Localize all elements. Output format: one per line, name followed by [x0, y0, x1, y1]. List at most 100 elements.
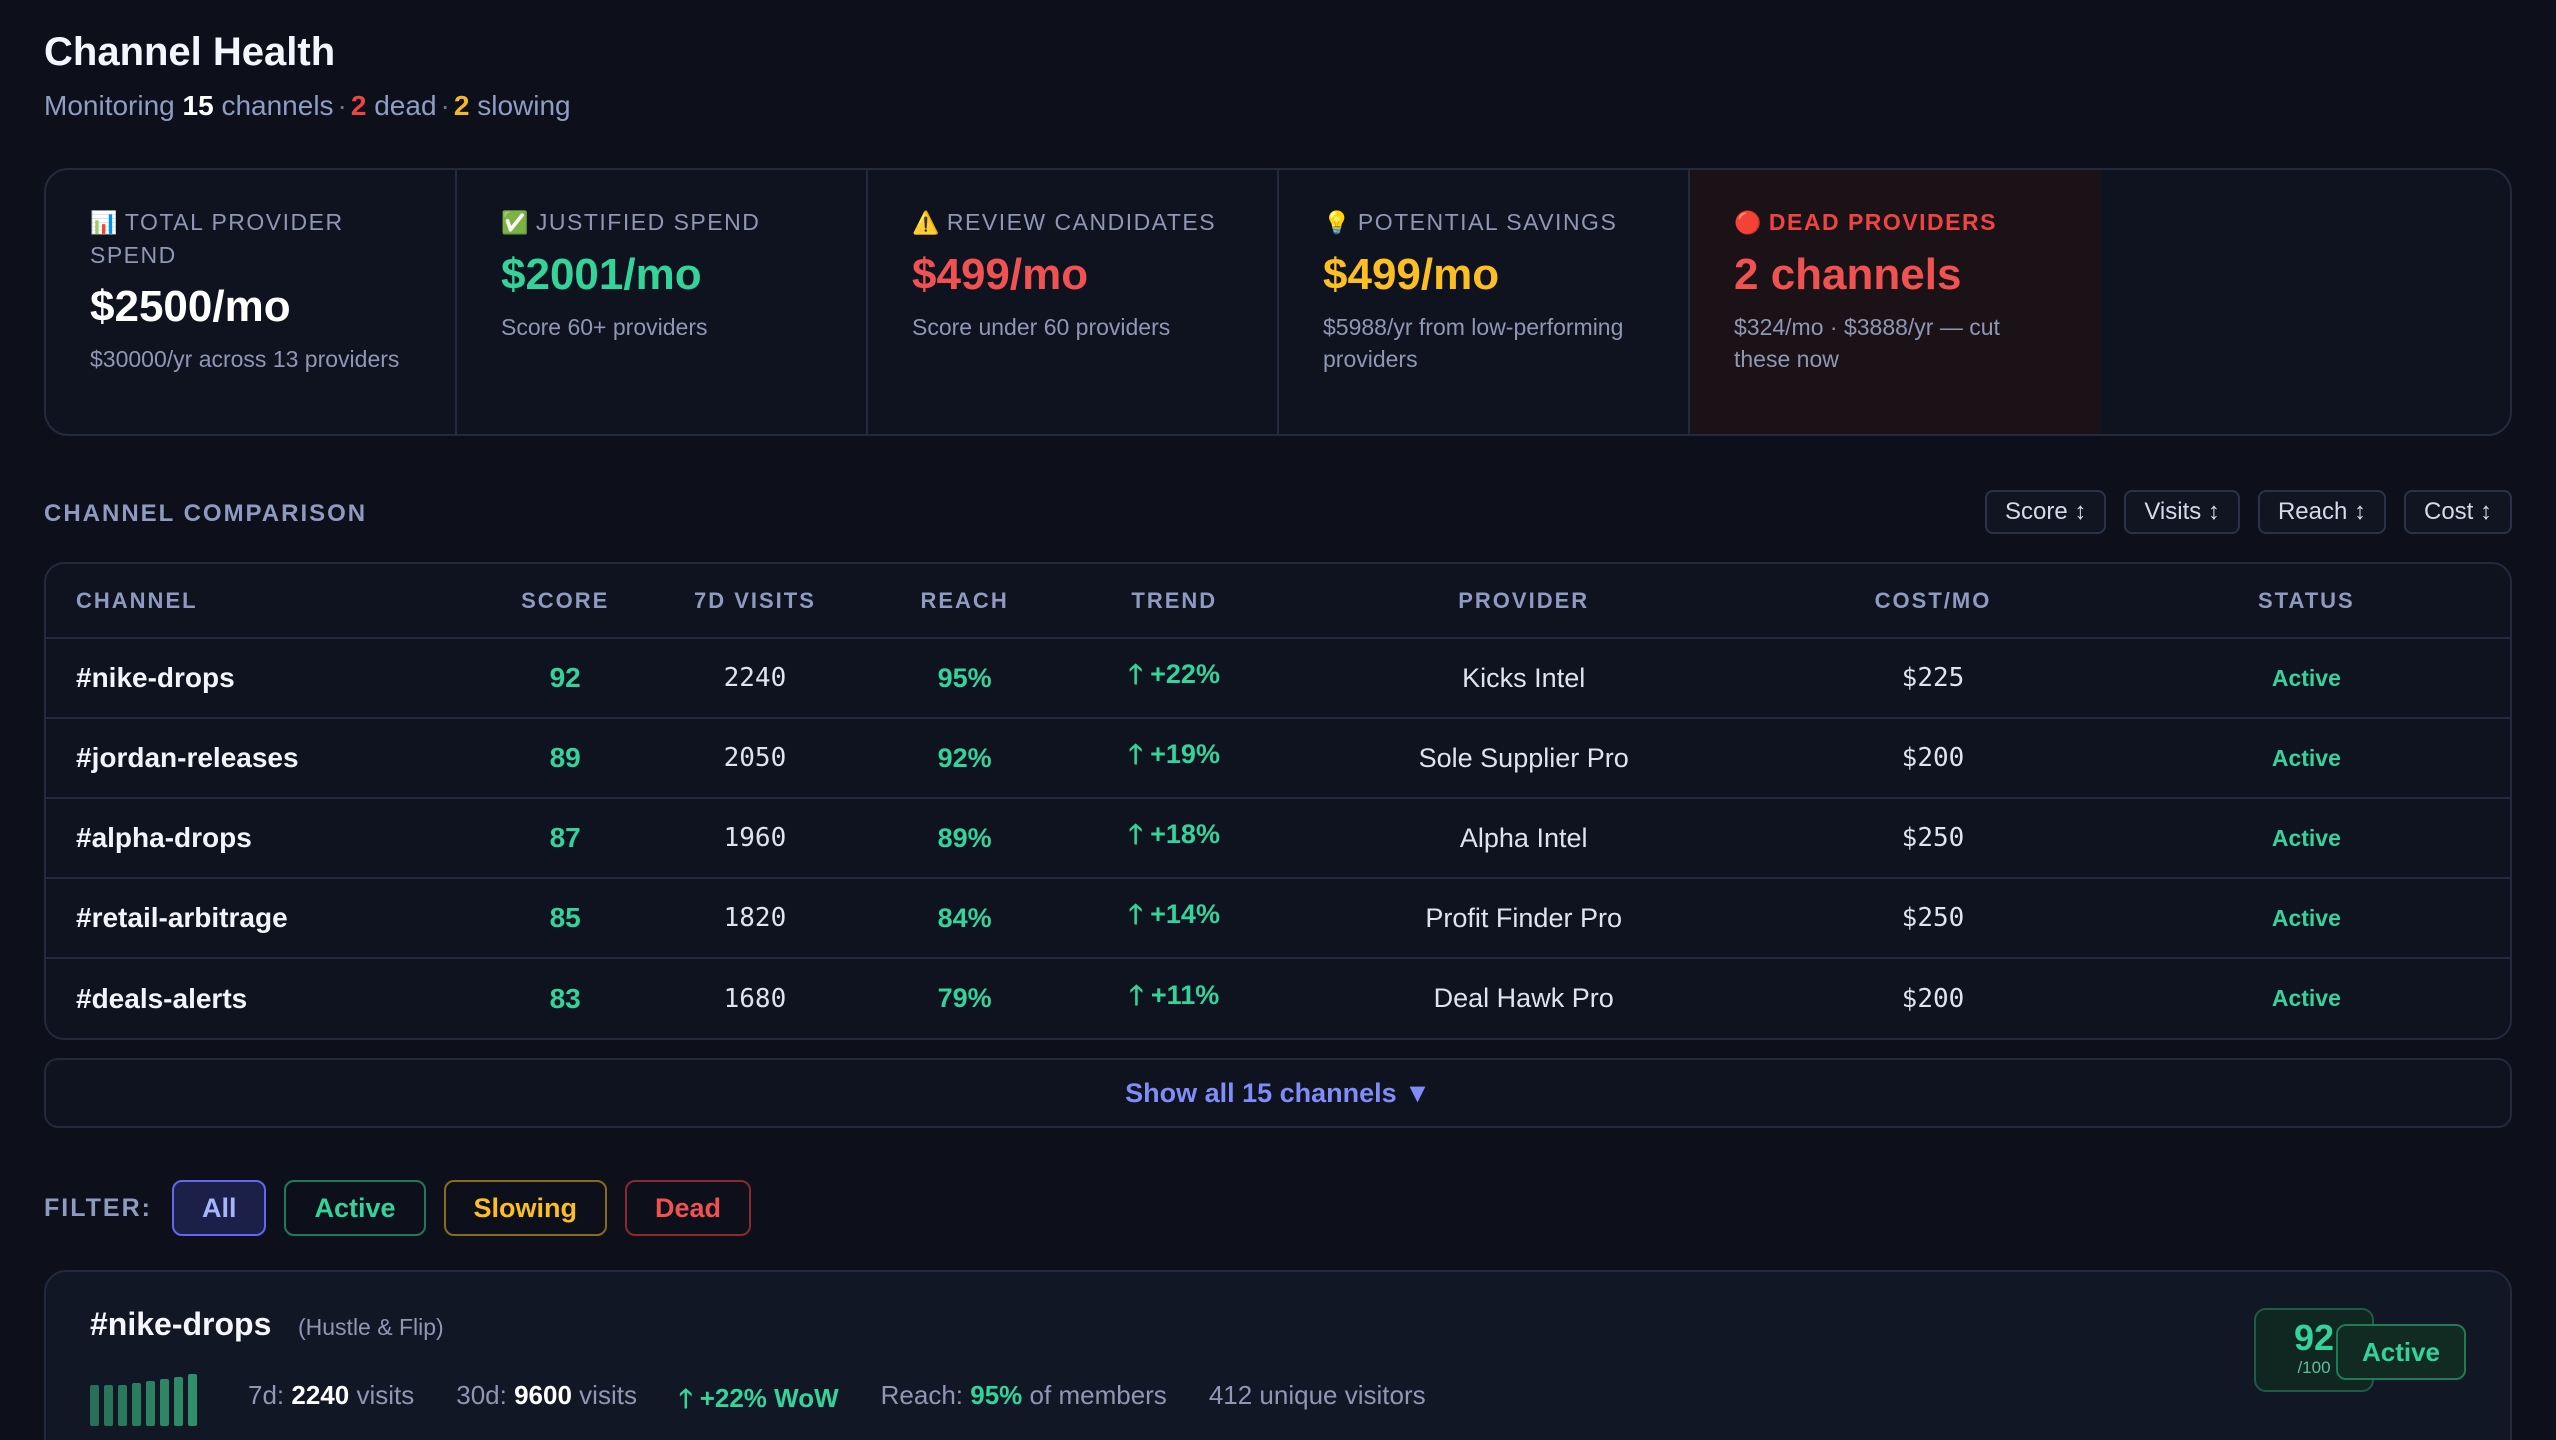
- detail-group-name: (Hustle & Flip): [298, 1314, 444, 1340]
- table-row[interactable]: #jordan-releases 89 2050 92% 🡑 +19% Sole…: [46, 718, 2510, 799]
- summary-card-dead-providers: 🔴 DEAD PROVIDERS 2 channels $324/mo · $38…: [1690, 170, 2101, 434]
- lightbulb-icon: 💡: [1323, 210, 1352, 235]
- cell-provider: Alpha Intel: [1284, 798, 1764, 879]
- card-label: REVIEW CANDIDATES: [946, 209, 1217, 235]
- check-icon: ✅: [501, 210, 530, 235]
- cell-provider: Profit Finder Pro: [1284, 878, 1764, 959]
- table-row[interactable]: #retail-arbitrage 85 1820 84% 🡑 +14% Pro…: [46, 878, 2510, 959]
- sparkline-bar: [104, 1385, 113, 1426]
- column-header-score[interactable]: SCORE: [485, 564, 646, 639]
- sort-reach-button[interactable]: Reach ↕: [2257, 490, 2386, 534]
- channel-count: 15: [182, 90, 214, 121]
- cell-score: 85: [485, 878, 646, 959]
- table-row[interactable]: #deals-alerts 83 1680 79% 🡑 +11% Deal Ha…: [46, 958, 2510, 1038]
- card-value: $2001/mo: [501, 250, 702, 299]
- summary-card-justified-spend: ✅ JUSTIFIED SPEND $2001/mo Score 60+ prov…: [457, 170, 868, 434]
- cell-channel: #nike-drops: [46, 638, 486, 719]
- channels-word: channels: [221, 90, 334, 121]
- column-header-channel[interactable]: CHANNEL: [46, 564, 486, 639]
- column-header-cost[interactable]: COST/MO: [1763, 564, 2103, 639]
- cell-status: Active: [2102, 718, 2510, 799]
- cell-reach: 92%: [864, 718, 1065, 799]
- column-header-status[interactable]: STATUS: [2102, 564, 2510, 639]
- warning-icon: ⚠️: [912, 210, 941, 235]
- table-row[interactable]: #alpha-drops 87 1960 89% 🡑 +18% Alpha In…: [46, 798, 2510, 879]
- slowing-count: 2: [453, 90, 470, 121]
- visits-sparkline: [90, 1374, 197, 1426]
- sparkline-bar: [146, 1381, 155, 1426]
- cell-trend: 🡑 +18%: [1064, 798, 1285, 879]
- channel-detail-card[interactable]: #nike-drops (Hustle & Flip) 7d: 2240 vis…: [44, 1270, 2512, 1440]
- stat-wow: 🡑 +22% WoW: [678, 1383, 839, 1413]
- stat-reach: Reach: 95% of members: [880, 1380, 1167, 1410]
- filter-bar: FILTER: All Active Slowing Dead: [44, 1180, 752, 1236]
- cell-status: Active: [2271, 985, 2341, 1011]
- cell-cost: $200: [1763, 718, 2103, 799]
- cell-channel: #deals-alerts: [76, 982, 248, 1014]
- detail-stats: 7d: 2240 visits 30d: 9600 visits 🡑 +22% …: [248, 1380, 1426, 1424]
- cell-score: 92: [485, 638, 646, 719]
- filter-label: FILTER:: [44, 1193, 152, 1222]
- card-label: JUSTIFIED SPEND: [535, 209, 761, 235]
- comparison-title: CHANNEL COMPARISON: [44, 500, 368, 527]
- stat-30d: 30d: 9600 visits: [456, 1380, 637, 1410]
- filter-active-button[interactable]: Active: [284, 1180, 426, 1236]
- cell-channel: #alpha-drops: [46, 798, 486, 879]
- card-subtext: $5988/yr from low-performing providers: [1323, 314, 1624, 372]
- column-header-visits[interactable]: 7D VISITS: [645, 564, 865, 639]
- cell-score: 87: [485, 798, 646, 879]
- page-title: Channel Health: [44, 30, 336, 74]
- cell-score: 89: [485, 718, 646, 799]
- cell-cost: $250: [1763, 798, 2103, 879]
- card-label: DEAD PROVIDERS: [1768, 209, 1997, 235]
- sort-buttons: Score ↕ Visits ↕ Reach ↕ Cost ↕: [1984, 490, 2512, 534]
- sort-cost-button[interactable]: Cost ↕: [2403, 490, 2512, 534]
- cell-visits: 1960: [645, 798, 865, 879]
- column-header-reach[interactable]: REACH: [864, 564, 1065, 639]
- card-label: POTENTIAL SAVINGS: [1357, 209, 1618, 235]
- filter-all-button[interactable]: All: [171, 1180, 267, 1236]
- card-value: 2 channels: [1734, 250, 1962, 299]
- detail-channel-name: #nike-drops: [90, 1306, 272, 1342]
- cell-visits: 1680: [723, 983, 787, 1014]
- card-subtext: $324/mo · $3888/yr — cut these now: [1734, 314, 2000, 372]
- sparkline-bar: [160, 1379, 169, 1426]
- show-all-channels-button[interactable]: Show all 15 channels ▼: [44, 1058, 2512, 1128]
- summary-card-potential-savings: 💡 POTENTIAL SAVINGS $499/mo $5988/yr from…: [1279, 170, 1690, 434]
- cell-channel: #retail-arbitrage: [46, 878, 486, 959]
- column-header-trend[interactable]: TREND: [1064, 564, 1285, 639]
- dead-count: 2: [350, 90, 367, 121]
- sparkline-bar: [188, 1374, 197, 1426]
- card-subtext: Score under 60 providers: [912, 314, 1171, 340]
- card-value: $499/mo: [912, 250, 1089, 299]
- table-header-row: CHANNEL SCORE 7D VISITS REACH TREND PROV…: [46, 564, 2510, 639]
- cell-reach: 89%: [864, 798, 1065, 879]
- stat-7d: 7d: 2240 visits: [248, 1380, 415, 1410]
- cell-channel: #jordan-releases: [46, 718, 486, 799]
- filter-slowing-button[interactable]: Slowing: [443, 1180, 608, 1236]
- card-subtext: Score 60+ providers: [501, 314, 708, 340]
- sparkline-bar: [90, 1385, 99, 1426]
- cell-trend: 🡑 +19%: [1064, 718, 1285, 799]
- red-circle-icon: 🔴: [1734, 210, 1763, 235]
- cell-visits: 2050: [645, 718, 865, 799]
- cell-cost: $250: [1763, 878, 2103, 959]
- cell-visits: 1820: [645, 878, 865, 959]
- dead-word: dead: [374, 90, 437, 121]
- cell-reach: 84%: [864, 878, 1065, 959]
- sort-visits-button[interactable]: Visits ↕: [2124, 490, 2240, 534]
- summary-cards: 📊 TOTAL PROVIDER SPEND $2500/mo $30000/yr…: [44, 168, 2512, 436]
- column-header-provider[interactable]: PROVIDER: [1284, 564, 1764, 639]
- sort-score-button[interactable]: Score ↕: [1984, 490, 2107, 534]
- cell-status: Active: [2102, 798, 2510, 879]
- cell-provider: Sole Supplier Pro: [1284, 718, 1764, 799]
- card-subtext: $30000/yr across 13 providers: [90, 346, 400, 372]
- cell-trend: 🡑 +11%: [1129, 979, 1220, 1010]
- detail-status-badge: Active: [2335, 1324, 2466, 1380]
- cell-cost: $200: [1901, 983, 1965, 1014]
- table-row[interactable]: #nike-drops 92 2240 95% 🡑 +22% Kicks Int…: [46, 638, 2510, 719]
- cell-reach: 79%: [937, 983, 992, 1013]
- sparkline-bar: [174, 1377, 183, 1426]
- filter-dead-button[interactable]: Dead: [625, 1180, 752, 1236]
- cell-visits: 2240: [645, 638, 865, 719]
